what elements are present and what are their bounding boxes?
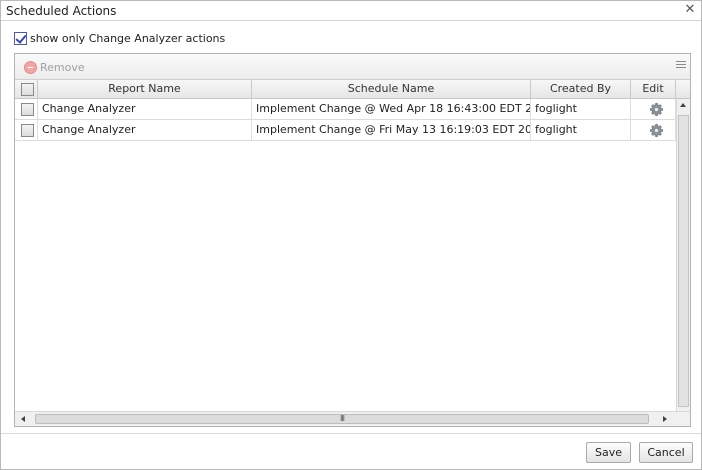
horizontal-scroll-thumb[interactable]: III (35, 414, 649, 424)
column-header-report-name[interactable]: Report Name (38, 80, 252, 99)
change-analyzer-filter[interactable]: show only Change Analyzer actions (14, 30, 225, 46)
vertical-scroll-thumb[interactable] (678, 115, 689, 407)
close-icon[interactable]: ✕ (683, 2, 697, 18)
select-all-checkbox[interactable] (21, 83, 34, 96)
remove-button-label: Remove (40, 60, 85, 74)
row-select-cell (15, 99, 38, 120)
filter-label[interactable]: show only Change Analyzer actions (30, 32, 225, 45)
dialog-title: Scheduled Actions (6, 4, 117, 18)
schedule-name-cell: Implement Change @ Fri May 13 16:19:03 E… (252, 120, 531, 141)
column-header-schedule-name[interactable]: Schedule Name (252, 80, 531, 99)
report-name-cell: Change Analyzer (38, 99, 252, 120)
grid-toolbar: Remove (15, 54, 690, 80)
edit-cell (631, 99, 676, 120)
grid-body: Change Analyzer Implement Change @ Wed A… (15, 99, 676, 411)
grid-header: Report Name Schedule Name Created By Edi… (15, 80, 690, 99)
footer-divider (1, 433, 701, 434)
cancel-button[interactable]: Cancel (639, 442, 693, 463)
table-row[interactable]: Change Analyzer Implement Change @ Wed A… (15, 99, 676, 120)
table-row[interactable]: Change Analyzer Implement Change @ Fri M… (15, 120, 676, 141)
save-button[interactable]: Save (586, 442, 631, 463)
row-checkbox[interactable] (21, 103, 34, 116)
remove-button[interactable]: Remove (24, 59, 85, 75)
gear-icon[interactable] (649, 102, 664, 117)
remove-icon (24, 60, 37, 74)
filter-checkbox[interactable] (14, 31, 27, 45)
scroll-up-arrow-icon[interactable] (680, 103, 686, 107)
created-by-cell: foglight (531, 99, 631, 120)
scroll-left-arrow-icon[interactable] (21, 416, 25, 422)
row-select-cell (15, 120, 38, 141)
dialog-titlebar: Scheduled Actions ✕ (1, 1, 701, 21)
actions-grid-panel: Remove Report Name Schedule Name Created… (14, 53, 691, 427)
row-checkbox[interactable] (21, 124, 34, 137)
gear-icon[interactable] (649, 123, 664, 138)
schedule-name-cell: Implement Change @ Wed Apr 18 16:43:00 E… (252, 99, 531, 120)
select-all-cell (15, 80, 38, 99)
column-header-edit[interactable]: Edit (631, 80, 676, 99)
columns-menu-icon[interactable] (676, 61, 686, 71)
scroll-right-arrow-icon[interactable] (663, 416, 667, 422)
column-header-created-by[interactable]: Created By (531, 80, 631, 99)
horizontal-scrollbar[interactable]: III (15, 411, 690, 426)
report-name-cell: Change Analyzer (38, 120, 252, 141)
scheduled-actions-dialog: Scheduled Actions ✕ show only Change Ana… (0, 0, 702, 470)
vertical-scrollbar[interactable] (676, 99, 690, 411)
created-by-cell: foglight (531, 120, 631, 141)
edit-cell (631, 120, 676, 141)
